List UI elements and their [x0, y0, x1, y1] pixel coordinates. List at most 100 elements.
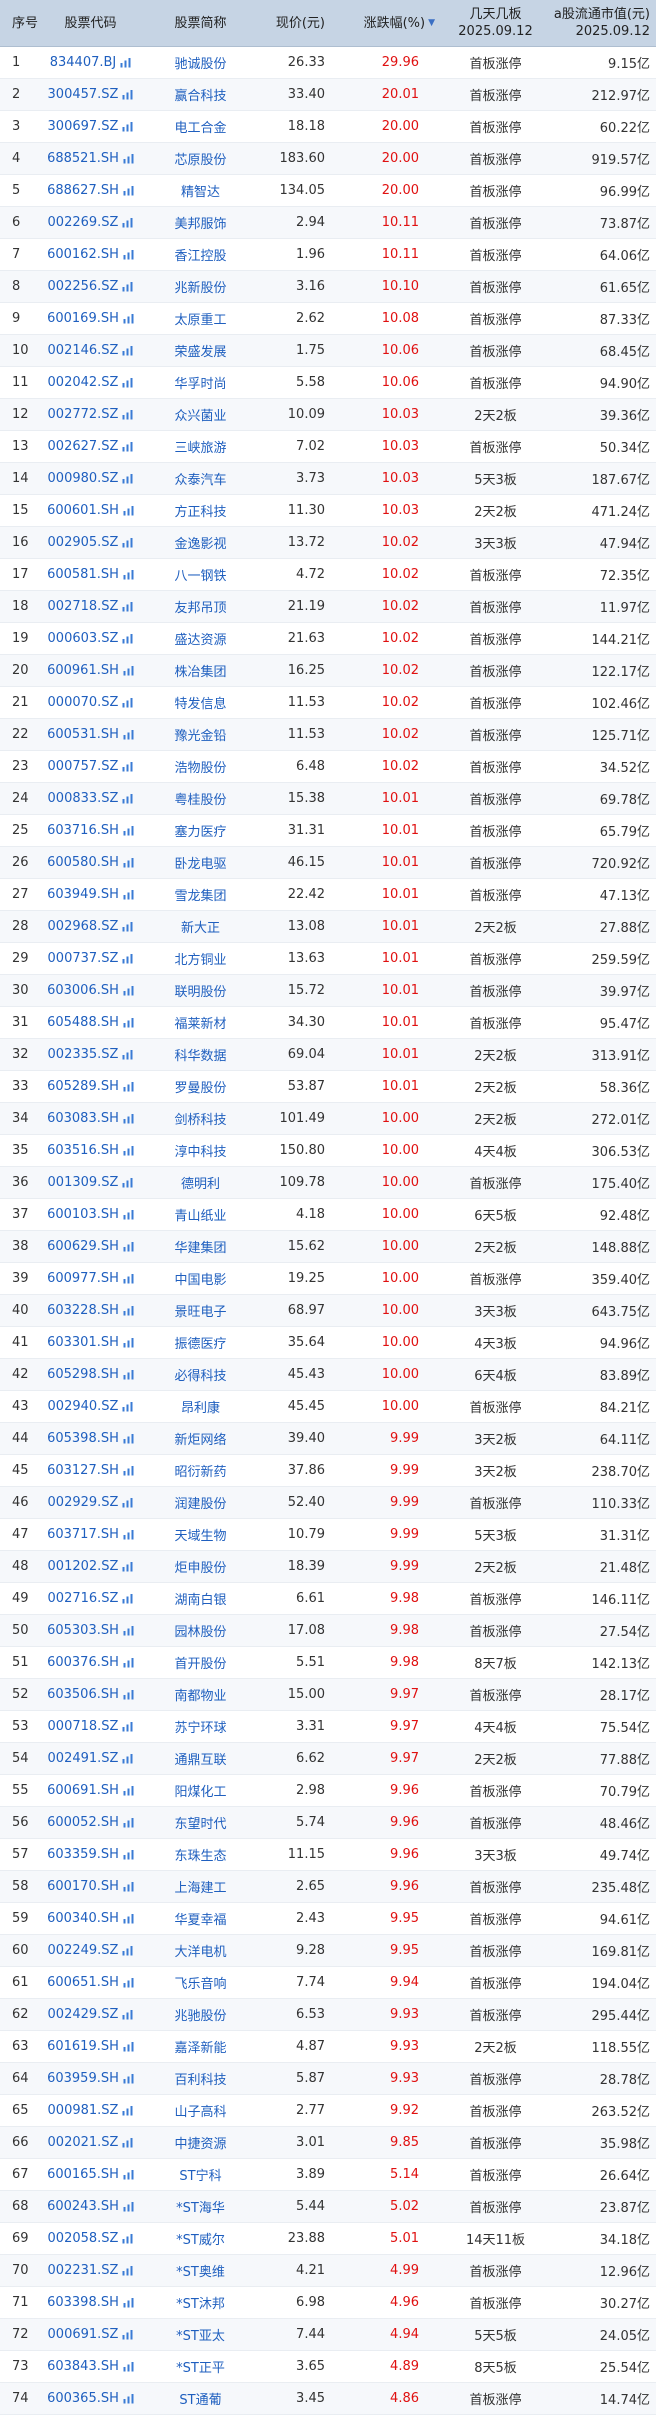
- chart-icon[interactable]: [123, 1817, 134, 1828]
- stock-name-link[interactable]: 天域生物: [143, 1525, 258, 1544]
- stock-name-link[interactable]: 福莱新材: [143, 1013, 258, 1032]
- table-row[interactable]: 25 603716.SH 塞力医疗 31.31 10.01 首板涨停 65.79亿: [0, 815, 656, 847]
- stock-name-link[interactable]: 科华数据: [143, 1045, 258, 1064]
- stock-name-link[interactable]: 华建集团: [143, 1237, 258, 1256]
- chart-icon[interactable]: [123, 249, 134, 260]
- stock-code-link[interactable]: 600691.SH: [47, 1783, 119, 1798]
- stock-code-link[interactable]: 002269.SZ: [48, 215, 119, 230]
- table-row[interactable]: 12 002772.SZ 众兴菌业 10.09 10.03 2天2板 39.36亿: [0, 399, 656, 431]
- chart-icon[interactable]: [123, 729, 134, 740]
- stock-code-link[interactable]: 000981.SZ: [48, 2103, 119, 2118]
- stock-code-link[interactable]: 002429.SZ: [48, 2007, 119, 2022]
- chart-icon[interactable]: [122, 1753, 133, 1764]
- table-row[interactable]: 63 601619.SH 嘉泽新能 4.87 9.93 2天2板 118.55亿: [0, 2031, 656, 2063]
- chart-icon[interactable]: [123, 1913, 134, 1924]
- table-row[interactable]: 4 688521.SH 芯原股份 183.60 20.00 首板涨停 919.57亿: [0, 143, 656, 175]
- stock-name-link[interactable]: ST宁科: [143, 2165, 258, 2184]
- table-row[interactable]: 31 605488.SH 福莱新材 34.30 10.01 首板涨停 95.47亿: [0, 1007, 656, 1039]
- table-row[interactable]: 26 600580.SH 卧龙电驱 46.15 10.01 首板涨停 720.92亿: [0, 847, 656, 879]
- stock-code-link[interactable]: 603359.SH: [47, 1847, 119, 1862]
- stock-code-link[interactable]: 002249.SZ: [48, 1943, 119, 1958]
- stock-name-link[interactable]: 淳中科技: [143, 1141, 258, 1160]
- table-row[interactable]: 44 605398.SH 新炬网络 39.40 9.99 3天2板 64.11亿: [0, 1423, 656, 1455]
- stock-name-link[interactable]: 电工合金: [143, 117, 258, 136]
- stock-name-link[interactable]: 浩物股份: [143, 757, 258, 776]
- table-row[interactable]: 59 600340.SH 华夏幸福 2.43 9.95 首板涨停 94.61亿: [0, 1903, 656, 1935]
- stock-code-link[interactable]: 603949.SH: [47, 887, 119, 902]
- table-row[interactable]: 2 300457.SZ 赢合科技 33.40 20.01 首板涨停 212.97亿: [0, 79, 656, 111]
- stock-code-link[interactable]: 603516.SH: [47, 1143, 119, 1158]
- chart-icon[interactable]: [123, 1433, 134, 1444]
- stock-name-link[interactable]: 飞乐音响: [143, 1973, 258, 1992]
- chart-icon[interactable]: [122, 473, 133, 484]
- stock-code-link[interactable]: 605298.SH: [47, 1367, 119, 1382]
- table-row[interactable]: 23 000757.SZ 浩物股份 6.48 10.02 首板涨停 34.52亿: [0, 751, 656, 783]
- table-row[interactable]: 36 001309.SZ 德明利 109.78 10.00 首板涨停 175.40亿: [0, 1167, 656, 1199]
- table-row[interactable]: 29 000737.SZ 北方铜业 13.63 10.01 首板涨停 259.59亿: [0, 943, 656, 975]
- stock-code-link[interactable]: 002929.SZ: [48, 1495, 119, 1510]
- table-row[interactable]: 73 603843.SH *ST正平 3.65 4.89 8天5板 25.54亿: [0, 2351, 656, 2383]
- table-row[interactable]: 46 002929.SZ 润建股份 52.40 9.99 首板涨停 110.33亿: [0, 1487, 656, 1519]
- chart-icon[interactable]: [123, 1657, 134, 1668]
- stock-code-link[interactable]: 603506.SH: [47, 1687, 119, 1702]
- stock-code-link[interactable]: 603006.SH: [47, 983, 119, 998]
- table-row[interactable]: 20 600961.SH 株冶集团 16.25 10.02 首板涨停 122.17亿: [0, 655, 656, 687]
- table-row[interactable]: 30 603006.SH 联明股份 15.72 10.01 首板涨停 39.97亿: [0, 975, 656, 1007]
- chart-icon[interactable]: [123, 1241, 134, 1252]
- table-row[interactable]: 43 002940.SZ 昂利康 45.45 10.00 首板涨停 84.21亿: [0, 1391, 656, 1423]
- stock-code-link[interactable]: 603398.SH: [47, 2295, 119, 2310]
- stock-code-link[interactable]: 600052.SH: [47, 1815, 119, 1830]
- stock-name-link[interactable]: 阳煤化工: [143, 1781, 258, 1800]
- stock-code-link[interactable]: 605303.SH: [47, 1623, 119, 1638]
- chart-icon[interactable]: [122, 2329, 133, 2340]
- stock-name-link[interactable]: 盛达资源: [143, 629, 258, 648]
- stock-code-link[interactable]: 600531.SH: [47, 727, 119, 742]
- chart-icon[interactable]: [123, 2393, 134, 2404]
- stock-code-link[interactable]: 002627.SZ: [48, 439, 119, 454]
- stock-name-link[interactable]: *ST海华: [143, 2197, 258, 2216]
- stock-code-link[interactable]: 603083.SH: [47, 1111, 119, 1126]
- chart-icon[interactable]: [123, 313, 134, 324]
- stock-name-link[interactable]: 山子高科: [143, 2101, 258, 2120]
- table-row[interactable]: 74 600365.SH ST通葡 3.45 4.86 首板涨停 14.74亿: [0, 2383, 656, 2415]
- chart-icon[interactable]: [122, 89, 133, 100]
- stock-code-link[interactable]: 600340.SH: [47, 1911, 119, 1926]
- table-row[interactable]: 52 603506.SH 南都物业 15.00 9.97 首板涨停 28.17亿: [0, 1679, 656, 1711]
- stock-code-link[interactable]: 002146.SZ: [48, 343, 119, 358]
- stock-code-link[interactable]: 600629.SH: [47, 1239, 119, 1254]
- stock-code-link[interactable]: 002256.SZ: [48, 279, 119, 294]
- chart-icon[interactable]: [123, 1113, 134, 1124]
- stock-name-link[interactable]: 众兴菌业: [143, 405, 258, 424]
- table-row[interactable]: 67 600165.SH ST宁科 3.89 5.14 首板涨停 26.64亿: [0, 2159, 656, 2191]
- table-row[interactable]: 9 600169.SH 太原重工 2.62 10.08 首板涨停 87.33亿: [0, 303, 656, 335]
- chart-icon[interactable]: [123, 1785, 134, 1796]
- table-row[interactable]: 54 002491.SZ 通鼎互联 6.62 9.97 2天2板 77.88亿: [0, 1743, 656, 1775]
- stock-code-link[interactable]: 688521.SH: [47, 151, 119, 166]
- header-price[interactable]: 现价(元): [258, 0, 333, 46]
- stock-name-link[interactable]: 昂利康: [143, 1397, 258, 1416]
- table-row[interactable]: 38 600629.SH 华建集团 15.62 10.00 2天2板 148.88亿: [0, 1231, 656, 1263]
- table-row[interactable]: 48 001202.SZ 炬申股份 18.39 9.99 2天2板 21.48亿: [0, 1551, 656, 1583]
- stock-code-link[interactable]: 600961.SH: [47, 663, 119, 678]
- stock-name-link[interactable]: 太原重工: [143, 309, 258, 328]
- header-stock-name[interactable]: 股票简称: [143, 0, 258, 46]
- stock-code-link[interactable]: 600601.SH: [47, 503, 119, 518]
- table-row[interactable]: 71 603398.SH *ST沐邦 6.98 4.96 首板涨停 30.27亿: [0, 2287, 656, 2319]
- stock-name-link[interactable]: 北方铜业: [143, 949, 258, 968]
- stock-code-link[interactable]: 002491.SZ: [48, 1751, 119, 1766]
- stock-name-link[interactable]: 青山纸业: [143, 1205, 258, 1224]
- chart-icon[interactable]: [122, 537, 133, 548]
- table-row[interactable]: 55 600691.SH 阳煤化工 2.98 9.96 首板涨停 70.79亿: [0, 1775, 656, 1807]
- stock-code-link[interactable]: 600103.SH: [47, 1207, 119, 1222]
- stock-name-link[interactable]: *ST亚太: [143, 2325, 258, 2344]
- table-row[interactable]: 7 600162.SH 香江控股 1.96 10.11 首板涨停 64.06亿: [0, 239, 656, 271]
- stock-name-link[interactable]: 八一钢铁: [143, 565, 258, 584]
- stock-name-link[interactable]: 中捷资源: [143, 2133, 258, 2152]
- chart-icon[interactable]: [122, 697, 133, 708]
- stock-code-link[interactable]: 001202.SZ: [48, 1559, 119, 1574]
- stock-name-link[interactable]: 东珠生态: [143, 1845, 258, 1864]
- table-row[interactable]: 19 000603.SZ 盛达资源 21.63 10.02 首板涨停 144.21亿: [0, 623, 656, 655]
- stock-name-link[interactable]: 振德医疗: [143, 1333, 258, 1352]
- stock-code-link[interactable]: 002021.SZ: [48, 2135, 119, 2150]
- stock-name-link[interactable]: 剑桥科技: [143, 1109, 258, 1128]
